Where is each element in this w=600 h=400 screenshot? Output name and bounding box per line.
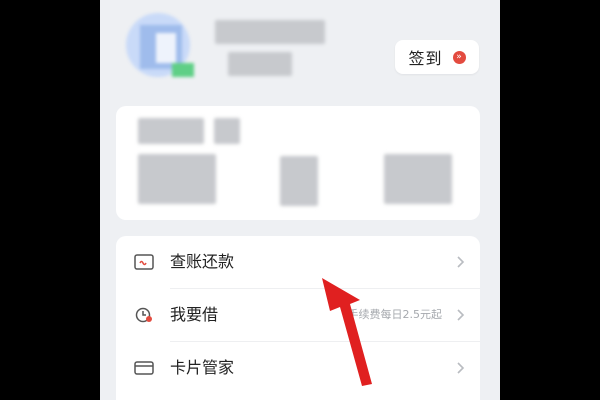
menu-item-label: 查账还款 (170, 252, 235, 271)
chevron-right-icon (457, 256, 465, 268)
menu-item-borrow[interactable]: 我要借 手续费每日2.5元起 (116, 289, 480, 341)
card-icon (134, 361, 154, 375)
summary-title-blurred-2 (214, 118, 240, 144)
signin-label: 签到 (408, 49, 443, 68)
summary-value-blurred-3 (384, 154, 452, 204)
menu-item-bill-repay[interactable]: 查账还款 (116, 236, 480, 288)
chevron-right-icon (457, 309, 465, 321)
menu-item-card-manager[interactable]: 卡片管家 (116, 342, 480, 394)
user-name-blurred (215, 20, 325, 44)
user-subtitle-blurred (228, 52, 292, 76)
menu-list: 查账还款 我要借 手续费每日2.5元起 卡片管家 (116, 236, 480, 400)
loan-clock-icon (135, 307, 152, 323)
menu-item-label: 我要借 (170, 305, 219, 324)
summary-title-blurred (138, 118, 204, 144)
chevron-right-icon (457, 362, 465, 374)
summary-value-blurred-1 (138, 154, 216, 204)
signin-badge: » (452, 50, 466, 64)
signin-button[interactable]: 签到 » (395, 40, 479, 74)
bill-card-icon (134, 254, 154, 270)
menu-item-label: 卡片管家 (170, 358, 235, 377)
summary-value-blurred-2 (280, 156, 318, 206)
menu-item-subtitle: 手续费每日2.5元起 (347, 308, 443, 321)
phone-screen: 签到 » 查账还款 我要借 手续费每日2.5元起 卡片管家 (100, 0, 500, 400)
avatar[interactable] (122, 13, 202, 79)
account-summary-card[interactable] (116, 106, 480, 220)
